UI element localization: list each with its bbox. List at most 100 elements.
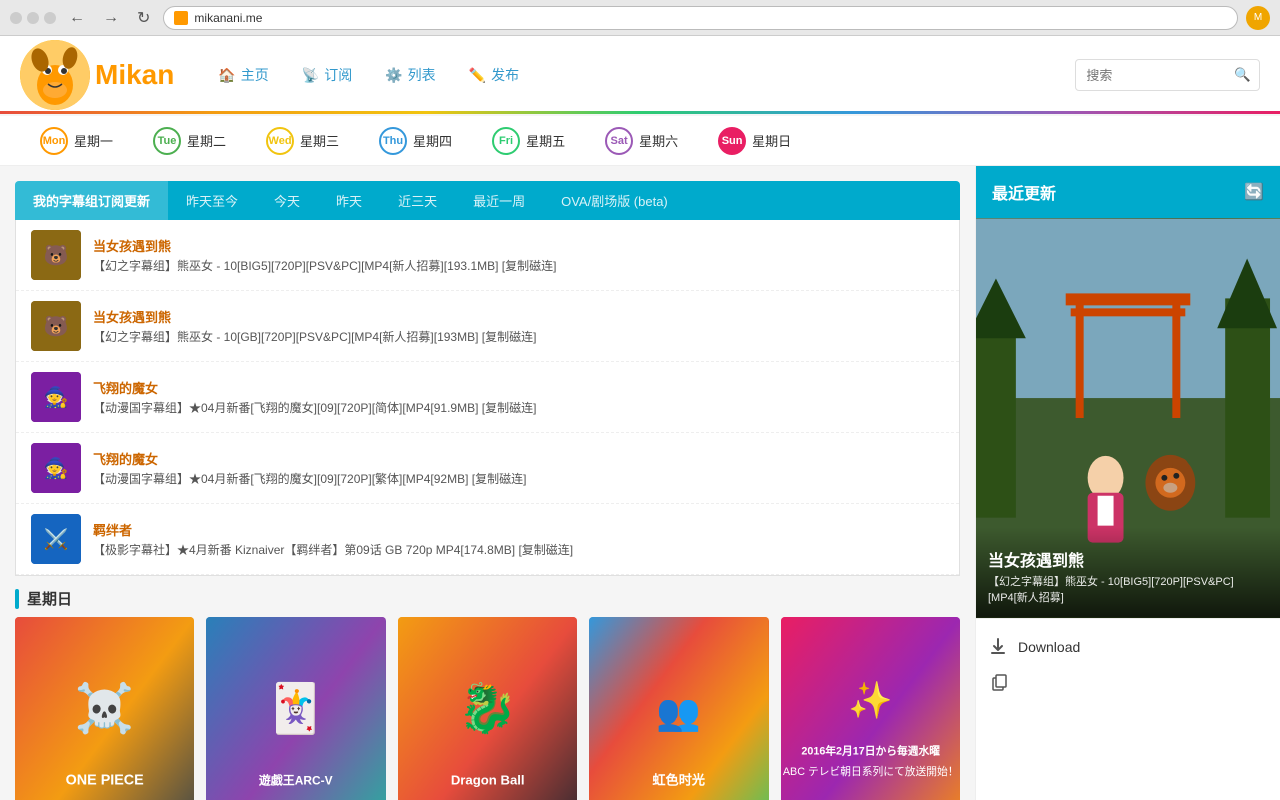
section-indicator bbox=[15, 589, 19, 609]
weekday-tue[interactable]: Tue 星期二 bbox=[133, 116, 246, 165]
section-title: 星期日 bbox=[27, 588, 72, 609]
maximize-btn[interactable] bbox=[44, 12, 56, 24]
svg-text:✨: ✨ bbox=[848, 681, 893, 721]
tab-yesterday-to-now[interactable]: 昨天至今 bbox=[168, 181, 256, 220]
weekday-fri[interactable]: Fri 星期五 bbox=[472, 116, 585, 165]
minimize-btn[interactable] bbox=[27, 12, 39, 24]
sub-info: 当女孩遇到熊 【幻之字幕组】熊巫女 - 10[BIG5][720P][PSV&P… bbox=[93, 236, 944, 275]
svg-text:🃏: 🃏 bbox=[266, 681, 326, 737]
sub-thumbnail: ⚔️ bbox=[31, 514, 81, 564]
weekday-sat[interactable]: Sat 星期六 bbox=[585, 116, 698, 165]
anime-card[interactable]: 👥 虹色时光 📡 5/30/2016 更新 虹色时光 bbox=[589, 617, 768, 800]
wed-label: 星期三 bbox=[300, 131, 339, 150]
svg-text:遊戯王ARC-V: 遊戯王ARC-V bbox=[259, 772, 333, 787]
tue-badge: Tue bbox=[153, 127, 181, 155]
tab-today[interactable]: 今天 bbox=[256, 181, 318, 220]
section-header: 星期日 bbox=[15, 576, 960, 617]
svg-text:👥: 👥 bbox=[657, 693, 702, 733]
svg-text:🐉: 🐉 bbox=[458, 681, 518, 736]
sub-row[interactable]: 🐻 当女孩遇到熊 【幻之字幕组】熊巫女 - 10[BIG5][720P][PSV… bbox=[16, 220, 959, 291]
favicon bbox=[174, 11, 188, 25]
tab-ova[interactable]: OVA/剧场版 (beta) bbox=[543, 181, 686, 220]
forward-button[interactable]: → bbox=[98, 7, 124, 29]
svg-text:Dragon Ball: Dragon Ball bbox=[451, 772, 525, 787]
tab-3days[interactable]: 近三天 bbox=[380, 181, 455, 220]
browser-chrome: ← → ↻ mikanani.me M bbox=[0, 0, 1280, 36]
sub-desc: 【动漫国字幕组】★04月新番[飞翔的魔女][09][720P][简体][MP4[… bbox=[93, 400, 944, 417]
tab-week[interactable]: 最近一周 bbox=[455, 181, 543, 220]
sub-row[interactable]: 🐻 当女孩遇到熊 【幻之字幕组】熊巫女 - 10[GB][720P][PSV&P… bbox=[16, 291, 959, 362]
tabs-bar: 我的字幕组订阅更新 昨天至今 今天 昨天 近三天 最近一周 OVA/剧场版 (b… bbox=[15, 181, 960, 220]
svg-text:⚔️: ⚔️ bbox=[44, 527, 69, 551]
anime-card[interactable]: ✨ 2016年2月17日から毎週水曜 ABC テレビ朝日系列にて放送開始！ 📡 … bbox=[781, 617, 960, 800]
anime-card[interactable]: 🐉 Dragon Ball 📡 6/5/2016 更新 龙珠超 bbox=[398, 617, 577, 800]
search-input[interactable] bbox=[1076, 68, 1226, 83]
thu-badge: Thu bbox=[379, 127, 407, 155]
sub-title: 当女孩遇到熊 bbox=[93, 236, 944, 255]
url-text: mikanani.me bbox=[194, 11, 262, 25]
sun-badge: Sun bbox=[718, 127, 746, 155]
weekday-mon[interactable]: Mon 星期一 bbox=[20, 116, 133, 165]
sat-label: 星期六 bbox=[639, 131, 678, 150]
mon-badge: Mon bbox=[40, 127, 68, 155]
anime-card[interactable]: 🃏 遊戯王ARC-V 📡 6/5/2016 更新 游戏王ARC-V bbox=[206, 617, 385, 800]
anime-card[interactable]: ☠️ ONE PIECE 📡 6/5/2016 更新 海贼王 bbox=[15, 617, 194, 800]
mon-label: 星期一 bbox=[74, 131, 113, 150]
sub-title: 飞翔的魔女 bbox=[93, 449, 944, 468]
thu-label: 星期四 bbox=[413, 131, 452, 150]
main-content: 我的字幕组订阅更新 昨天至今 今天 昨天 近三天 最近一周 OVA/剧场版 (b… bbox=[0, 166, 975, 800]
main-nav: 🏠 主页 📡 订阅 ⚙️ 列表 ✏️ 发布 bbox=[204, 57, 1075, 93]
sub-desc: 【动漫国字幕组】★04月新番[飞翔的魔女][09][720P][繁体][MP4[… bbox=[93, 471, 944, 488]
address-bar[interactable]: mikanani.me bbox=[163, 6, 1238, 30]
logo-image bbox=[20, 40, 90, 110]
download-label: Download bbox=[1018, 639, 1080, 655]
back-button[interactable]: ← bbox=[64, 7, 90, 29]
svg-text:☠️: ☠️ bbox=[75, 681, 135, 736]
copy-icon bbox=[988, 673, 1008, 693]
panel-title: 最近更新 bbox=[992, 180, 1056, 204]
panel-header: 最近更新 🔄 bbox=[976, 166, 1280, 218]
reload-button[interactable]: ↻ bbox=[132, 6, 155, 30]
weekday-wed[interactable]: Wed 星期三 bbox=[246, 116, 359, 165]
sub-info: 当女孩遇到熊 【幻之字幕组】熊巫女 - 10[GB][720P][PSV&PC]… bbox=[93, 307, 944, 346]
wed-badge: Wed bbox=[266, 127, 294, 155]
svg-text:虹色时光: 虹色时光 bbox=[653, 771, 706, 787]
tab-yesterday[interactable]: 昨天 bbox=[318, 181, 380, 220]
sun-label: 星期日 bbox=[752, 131, 791, 150]
anime-poster: ☠️ ONE PIECE 📡 bbox=[15, 617, 194, 800]
sub-thumbnail: 🧙 bbox=[31, 372, 81, 422]
sub-row[interactable]: 🧙 飞翔的魔女 【动漫国字幕组】★04月新番[飞翔的魔女][09][720P][… bbox=[16, 433, 959, 504]
anime-poster: 🐉 Dragon Ball 📡 bbox=[398, 617, 577, 800]
close-btn[interactable] bbox=[10, 12, 22, 24]
sub-title: 飞翔的魔女 bbox=[93, 378, 944, 397]
panel-poster: 当女孩遇到熊 【幻之字幕组】熊巫女 - 10[BIG5][720P][PSV&P… bbox=[976, 218, 1280, 618]
weekday-nav: Mon 星期一 Tue 星期二 Wed 星期三 Thu 星期四 Fri 星期五 … bbox=[0, 116, 1280, 166]
copy-action[interactable] bbox=[988, 665, 1268, 701]
edit-icon: ✏️ bbox=[469, 67, 486, 84]
sub-row[interactable]: ⚔️ 羁绊者 【极影字幕社】★4月新番 Kiznaiver【羁绊者】第09话 G… bbox=[16, 504, 959, 575]
nav-publish[interactable]: ✏️ 发布 bbox=[455, 57, 533, 93]
weekday-sun[interactable]: Sun 星期日 bbox=[698, 116, 811, 165]
fri-label: 星期五 bbox=[526, 131, 565, 150]
panel-actions: Download bbox=[976, 618, 1280, 711]
tue-label: 星期二 bbox=[187, 131, 226, 150]
sub-thumbnail: 🧙 bbox=[31, 443, 81, 493]
search-button[interactable]: 🔍 bbox=[1226, 67, 1259, 83]
page: Mikan 🏠 主页 📡 订阅 ⚙️ 列表 ✏️ 发布 🔍 bbox=[0, 36, 1280, 800]
refresh-icon[interactable]: 🔄 bbox=[1244, 182, 1264, 202]
sub-row[interactable]: 🧙 飞翔的魔女 【动漫国字幕组】★04月新番[飞翔的魔女][09][720P][… bbox=[16, 362, 959, 433]
svg-text:2016年2月17日から毎週水曜: 2016年2月17日から毎週水曜 bbox=[801, 745, 940, 758]
logo[interactable]: Mikan bbox=[20, 40, 174, 110]
nav-subscribe[interactable]: 📡 订阅 bbox=[288, 57, 366, 93]
sub-desc: 【极影字幕社】★4月新番 Kiznaiver【羁绊者】第09话 GB 720p … bbox=[93, 542, 944, 559]
download-action[interactable]: Download bbox=[988, 629, 1268, 665]
nav-home[interactable]: 🏠 主页 bbox=[204, 57, 282, 93]
weekday-thu[interactable]: Thu 星期四 bbox=[359, 116, 472, 165]
anime-poster: 👥 虹色时光 📡 bbox=[589, 617, 768, 800]
sat-badge: Sat bbox=[605, 127, 633, 155]
nav-list[interactable]: ⚙️ 列表 bbox=[371, 57, 449, 93]
tab-my-subscriptions[interactable]: 我的字幕组订阅更新 bbox=[15, 181, 168, 220]
svg-text:🧙: 🧙 bbox=[44, 385, 69, 409]
anime-poster: ✨ 2016年2月17日から毎週水曜 ABC テレビ朝日系列にて放送開始！ 📡 bbox=[781, 617, 960, 800]
profile-icon[interactable]: M bbox=[1246, 6, 1270, 30]
